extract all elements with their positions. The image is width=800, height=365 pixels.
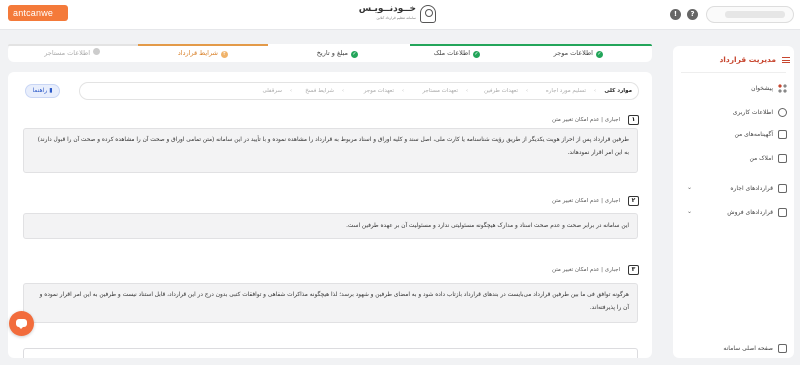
step-lessee-info[interactable]: اطلاعات مستاجر [0,44,100,62]
chat-support-button[interactable] [9,311,34,336]
sidebar-item-rental-contracts[interactable]: قراردادهای اجاره ⌄ [679,183,789,195]
contract-icon [778,208,787,217]
clause-header: اجباری | عدم امکان تغییر متن [508,116,620,126]
user-icon [778,108,787,117]
pending-icon [93,48,100,55]
tab-lessee-obligations[interactable]: تعهدات مستاجر [422,83,458,99]
top-bar: antcanwe خــودنــویـس سامانه تنظیم قرارد… [0,0,800,30]
sidebar-item-label: آگهینامه‌های من [734,131,773,138]
chevron-down-icon: ⌄ [687,184,693,191]
guide-button[interactable]: راهنما ▮ [25,84,60,98]
step-amount-date[interactable]: مبلغ و تاریخ ✓ [258,44,358,62]
step-label: شرایط قرارداد [177,49,218,57]
logo-subtitle: سامانه تنظیم قرارداد آنلاین [376,16,416,20]
terms-category-tabs: موارد کلی ‹ تسلیم مورد اجاره ‹ تعهدات طر… [79,82,639,100]
step-property-info[interactable]: اطلاعات ملک ✓ [380,44,480,62]
next-clause-box [23,348,638,358]
step-number-icon: ۴ [221,51,228,58]
sidebar-item-my-listings[interactable]: آگهینامه‌های من [679,129,789,141]
clause-tag: اجباری | عدم امکان تغییر متن [552,198,620,204]
sidebar-item-label: صفحه اصلی سامانه [723,345,773,352]
chevron-down-icon: ⌄ [687,208,693,215]
menu-icon[interactable] [782,57,790,63]
sidebar-item-home[interactable]: صفحه اصلی سامانه [679,343,789,355]
user-account-button[interactable] [706,6,794,23]
building-icon [778,154,787,163]
sidebar: مدیریت قرارداد پیشخوان اطلاعات کاربری آگ… [673,46,794,358]
tab-separator-icon: ‹ [594,88,596,94]
dashboard-grid-icon [778,84,787,93]
sidebar-divider [681,72,786,73]
step-label: مبلغ و تاریخ [316,49,348,57]
tab-general[interactable]: موارد کلی [604,83,632,99]
wizard-stepper: اطلاعات موجر ✓ اطلاعات ملک ✓ مبلغ و تاریخ ✓… [8,44,652,62]
tab-separator-icon: ‹ [342,88,344,94]
clause-text: طرفین قرارداد پس از احراز هویت یکدیگر از… [23,128,638,173]
clause-tag: اجباری | عدم امکان تغییر متن [552,117,620,123]
sidebar-item-user-info[interactable]: اطلاعات کاربری [679,107,789,119]
tab-separator-icon: ‹ [526,88,528,94]
clause-text: هرگونه توافق فی ما بین طرفین قرارداد می‌… [23,283,638,323]
home-icon [778,344,787,353]
sidebar-item-label: پیشخوان [751,85,773,92]
sidebar-title: مدیریت قرارداد [719,55,776,64]
check-icon: ✓ [473,51,480,58]
sidebar-item-label: قراردادهای فروش [727,209,773,216]
step-label: اطلاعات موجر [553,49,593,57]
brand-badge: antcanwe [8,5,68,21]
logo-title: خــودنــویـس [358,4,416,14]
user-name-placeholder [725,11,785,18]
clause-text: این سامانه در برابر صحت و عدم صحت اسناد … [23,213,638,239]
tab-lessor-obligations[interactable]: تعهدات موجر [364,83,394,99]
contract-terms-panel: راهنما ▮ موارد کلی ‹ تسلیم مورد اجاره ‹ … [8,72,652,358]
book-icon: ▮ [49,87,53,94]
clause-number: ۲ [628,196,639,206]
tab-separator-icon: ‹ [402,88,404,94]
sidebar-item-label: قراردادهای اجاره [730,185,773,192]
logo-mark-icon [420,5,436,23]
clause-number: ۳ [628,265,639,275]
site-logo[interactable]: خــودنــویـس سامانه تنظیم قرارداد آنلاین [359,3,436,27]
contract-icon [778,184,787,193]
step-label: اطلاعات مستاجر [44,49,90,57]
step-lessor-info[interactable]: اطلاعات موجر ✓ [503,44,603,62]
step-contract-terms[interactable]: شرایط قرارداد ۴ [128,44,228,62]
sidebar-item-sale-contracts[interactable]: قراردادهای فروش ⌄ [679,207,789,219]
guide-button-label: راهنما [32,87,48,94]
help-icon[interactable]: ? [687,9,698,20]
tab-goodwill[interactable]: سرقفلی [263,83,282,99]
tab-delivery[interactable]: تسلیم مورد اجاره [546,83,586,99]
sidebar-item-label: املاک من [749,155,773,162]
alert-icon[interactable]: ! [670,9,681,20]
clause-header: اجباری | عدم امکان تغییر متن [508,197,620,207]
document-icon [778,130,787,139]
step-label: اطلاعات ملک [433,49,470,57]
clause-tag: اجباری | عدم امکان تغییر متن [552,267,620,273]
sidebar-item-dashboard[interactable]: پیشخوان [679,83,789,95]
check-icon: ✓ [596,51,603,58]
tab-mutual-obligations[interactable]: تعهدات طرفین [484,83,518,99]
check-icon: ✓ [351,51,358,58]
sidebar-item-my-properties[interactable]: املاک من [679,153,789,165]
clause-header: اجباری | عدم امکان تغییر متن [508,266,620,276]
tab-separator-icon: ‹ [466,88,468,94]
clause-number: ۱ [628,115,639,125]
tab-separator-icon: ‹ [290,88,292,94]
sidebar-item-label: اطلاعات کاربری [732,109,773,116]
tab-termination[interactable]: شرایط فسخ [305,83,334,99]
